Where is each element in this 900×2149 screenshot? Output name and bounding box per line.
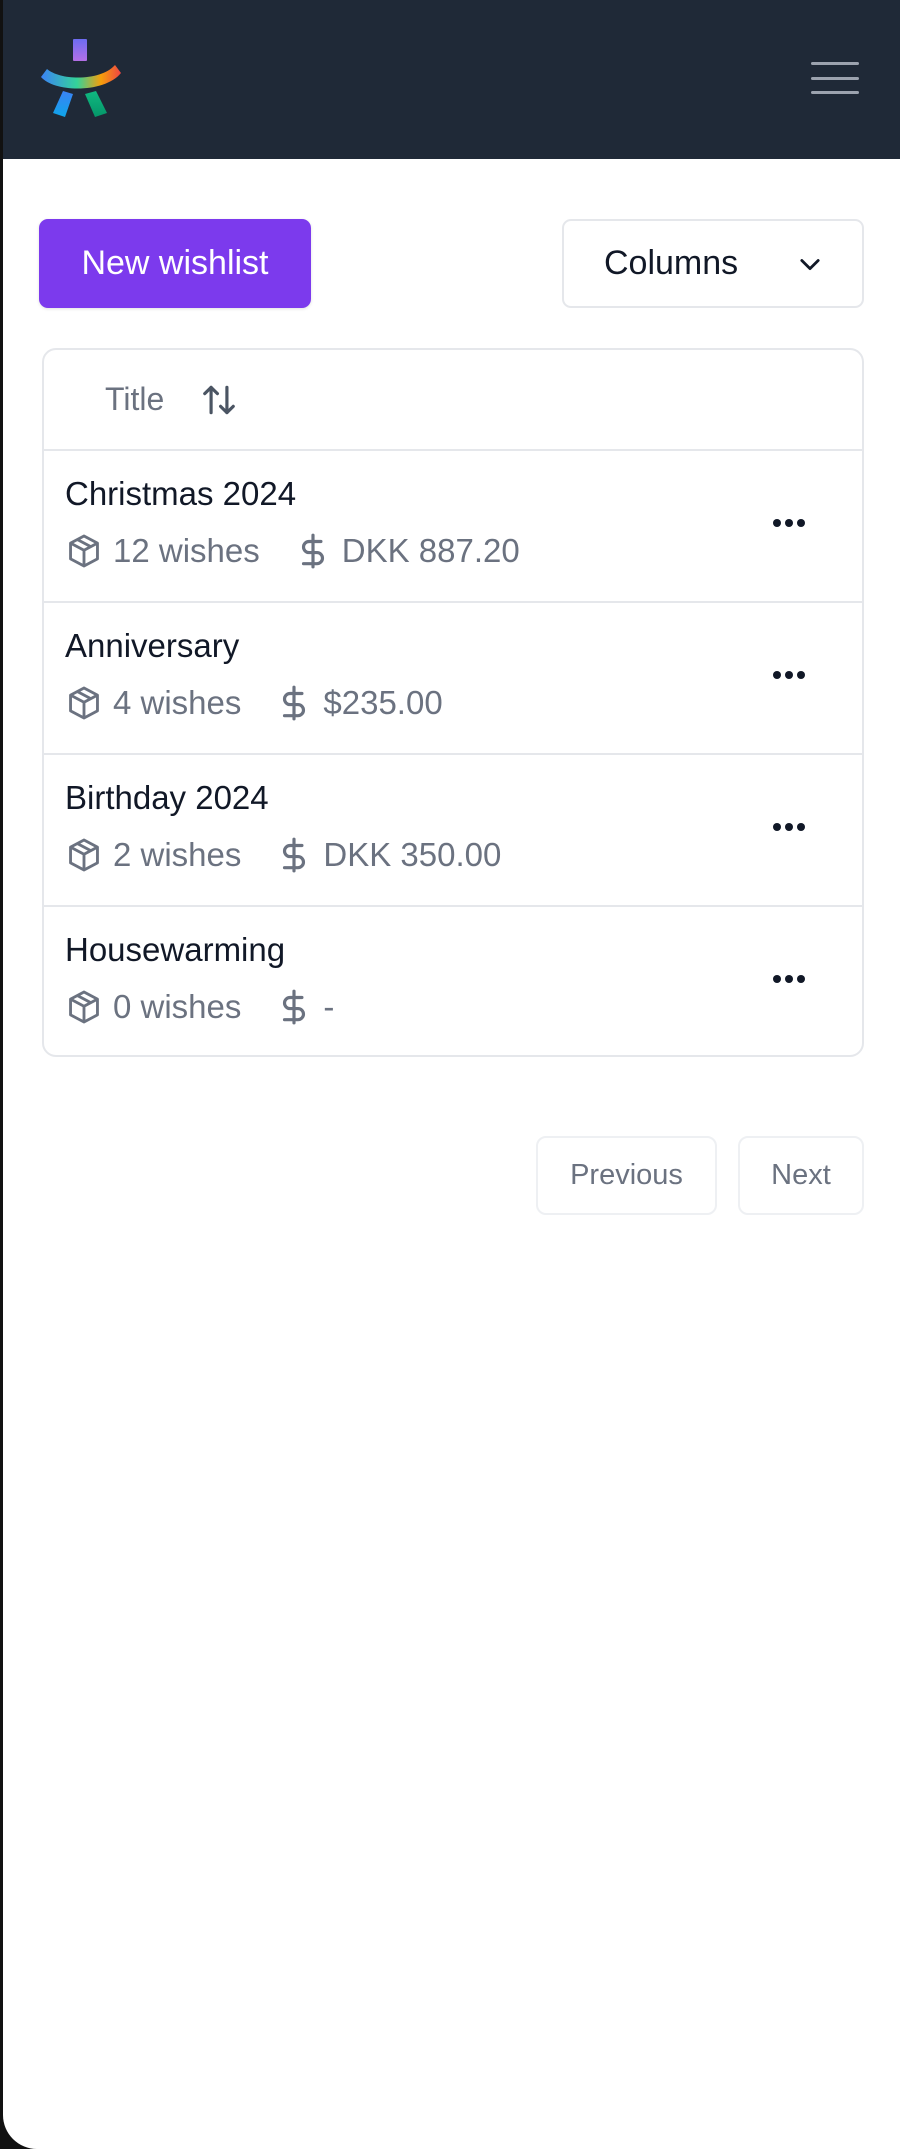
columns-label: Columns (604, 244, 739, 282)
package-icon (69, 686, 99, 720)
table-row[interactable]: Anniversary 4 wishes $235.00 (44, 603, 862, 755)
previous-page-button[interactable]: Previous (536, 1136, 717, 1215)
wishlist-title[interactable]: Housewarming (65, 931, 285, 969)
table-header: Title (44, 350, 862, 451)
wish-count: 12 wishes (65, 532, 260, 570)
amount-text: $235.00 (323, 684, 443, 721)
app-logo-icon[interactable] (39, 37, 124, 122)
dollar-icon (283, 837, 306, 873)
wishlist-meta: 4 wishes $235.00 (65, 684, 443, 722)
wishlist-title[interactable]: Anniversary (65, 627, 239, 665)
wishlist-meta: 12 wishes DKK 887.20 (65, 532, 520, 570)
title-column-label: Title (105, 381, 165, 417)
wishlist-amount: - (275, 988, 334, 1026)
table-row[interactable]: Birthday 2024 2 wishes DKK 350.00 (44, 755, 862, 907)
columns-dropdown-button[interactable]: Columns (562, 219, 864, 308)
dollar-icon (283, 989, 306, 1025)
package-icon (69, 990, 99, 1024)
menu-line (811, 91, 859, 94)
amount-text: - (323, 988, 335, 1025)
wish-count: 4 wishes (65, 684, 241, 722)
wish-count: 0 wishes (65, 988, 241, 1026)
title-column-header[interactable]: Title (105, 381, 238, 419)
wishlist-amount: DKK 350.00 (275, 836, 501, 874)
table-row[interactable]: Housewarming 0 wishes - (44, 907, 862, 1055)
chevron-down-icon (800, 258, 820, 270)
wishlist-table: Title Christmas 2024 12 wishes DKK 887.2… (42, 348, 864, 1057)
amount-text: DKK 350.00 (323, 836, 502, 873)
package-icon (69, 838, 99, 872)
menu-line (811, 62, 859, 65)
more-actions-icon[interactable] (764, 807, 814, 847)
wishlist-amount: DKK 887.20 (294, 532, 520, 570)
menu-line (811, 76, 859, 80)
more-actions-icon[interactable] (764, 655, 814, 695)
more-actions-icon[interactable] (764, 503, 814, 543)
next-page-button[interactable]: Next (738, 1136, 864, 1215)
wish-count-text: 12 wishes (113, 532, 260, 569)
package-icon (69, 534, 99, 568)
wishlist-meta: 0 wishes - (65, 988, 334, 1026)
sort-arrows-icon[interactable] (200, 381, 238, 419)
wishlist-title[interactable]: Birthday 2024 (65, 779, 269, 817)
more-actions-icon[interactable] (764, 959, 814, 999)
amount-text: DKK 887.20 (341, 532, 520, 569)
wishlist-amount: $235.00 (275, 684, 443, 722)
wish-count-text: 4 wishes (113, 684, 242, 721)
table-row[interactable]: Christmas 2024 12 wishes DKK 887.20 (44, 451, 862, 603)
wish-count-text: 2 wishes (113, 836, 242, 873)
dollar-icon (283, 685, 306, 721)
wish-count-text: 0 wishes (113, 988, 242, 1025)
new-wishlist-button[interactable]: New wishlist (39, 219, 311, 308)
device-frame: New wishlist Columns Title Christmas 202… (0, 0, 900, 2149)
dollar-icon (301, 533, 324, 569)
wish-count: 2 wishes (65, 836, 241, 874)
top-navbar (3, 0, 900, 159)
wishlist-meta: 2 wishes DKK 350.00 (65, 836, 501, 874)
wishlist-title[interactable]: Christmas 2024 (65, 475, 296, 513)
hamburger-menu-icon[interactable] (807, 55, 863, 101)
app-screen: New wishlist Columns Title Christmas 202… (3, 0, 900, 2149)
